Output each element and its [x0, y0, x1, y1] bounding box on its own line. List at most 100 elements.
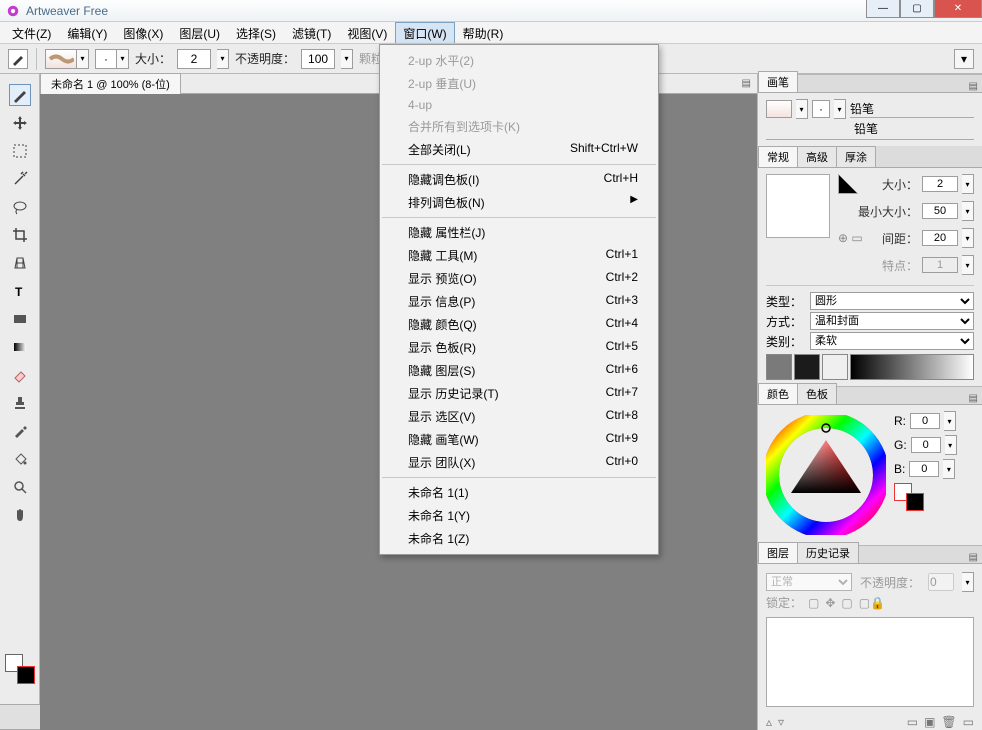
menu-window[interactable]: 窗口(W): [395, 22, 454, 43]
stamp-tool[interactable]: [9, 392, 31, 414]
subtab-advanced[interactable]: 高级: [797, 146, 837, 167]
texture-gradient[interactable]: [850, 354, 974, 380]
menu-entry[interactable]: 隐藏 属性栏(J): [380, 221, 658, 244]
layer-down-icon[interactable]: ▿: [778, 715, 784, 729]
panel-menu-icon[interactable]: ▤: [969, 81, 978, 92]
g-input[interactable]: [911, 437, 941, 453]
menu-file[interactable]: 文件(Z): [4, 22, 59, 43]
color-swatches[interactable]: [5, 654, 35, 684]
menu-view[interactable]: 视图(V): [339, 22, 395, 43]
texture-swatch-3[interactable]: [822, 354, 848, 380]
menu-select[interactable]: 选择(S): [228, 22, 284, 43]
menu-entry[interactable]: 隐藏调色板(I)Ctrl+H: [380, 168, 658, 191]
r-dd[interactable]: ▾: [944, 411, 956, 431]
menu-edit[interactable]: 编辑(Y): [59, 22, 115, 43]
bp-size-dd[interactable]: ▾: [962, 174, 974, 194]
hand-tool[interactable]: [9, 504, 31, 526]
menu-entry[interactable]: 隐藏 工具(M)Ctrl+1: [380, 244, 658, 267]
move-tool[interactable]: [9, 112, 31, 134]
marquee-tool[interactable]: [9, 140, 31, 162]
perspective-tool[interactable]: [9, 252, 31, 274]
subtab-general[interactable]: 常规: [758, 146, 798, 167]
menu-layer[interactable]: 图层(U): [171, 22, 228, 43]
texture-swatch-2[interactable]: [794, 354, 820, 380]
layers-list[interactable]: [766, 617, 974, 707]
brush-panel-tab[interactable]: 画笔: [758, 71, 798, 92]
bp-shape-select[interactable]: 圆形: [810, 292, 974, 310]
shape-tool[interactable]: [9, 308, 31, 330]
text-tool[interactable]: T: [9, 280, 31, 302]
brush-tool[interactable]: [9, 84, 31, 106]
new-group-icon[interactable]: ▣: [924, 715, 935, 729]
gradient-tool[interactable]: [9, 336, 31, 358]
bucket-tool[interactable]: [9, 448, 31, 470]
options-extra-dropdown[interactable]: ▾: [954, 49, 974, 69]
layer-up-icon[interactable]: ▵: [766, 715, 772, 729]
menu-entry[interactable]: 隐藏 图层(S)Ctrl+6: [380, 359, 658, 382]
brush-tip-chip[interactable]: ·: [95, 49, 117, 69]
opacity-input[interactable]: [301, 49, 335, 69]
menu-entry[interactable]: 排列调色板(N)▶: [380, 191, 658, 214]
menu-entry[interactable]: 显示 选区(V)Ctrl+8: [380, 405, 658, 428]
color-wheel[interactable]: [766, 415, 886, 535]
b-dd[interactable]: ▾: [943, 459, 955, 479]
bp-method-select[interactable]: 温和封面: [810, 312, 974, 330]
menu-entry[interactable]: 隐藏 颜色(Q)Ctrl+4: [380, 313, 658, 336]
mini-color-swatches[interactable]: [894, 483, 924, 511]
brush-preset-chip[interactable]: [45, 49, 77, 69]
texture-swatch-1[interactable]: [766, 354, 792, 380]
panel-menu-icon[interactable]: ▤: [969, 393, 978, 404]
bp-minsize-input[interactable]: [922, 203, 958, 219]
lasso-tool[interactable]: [9, 196, 31, 218]
menu-entry[interactable]: 显示 信息(P)Ctrl+3: [380, 290, 658, 313]
brush-preset-dropdown[interactable]: ▾: [77, 49, 89, 69]
size-input[interactable]: [177, 49, 211, 69]
delete-layer-icon[interactable]: 🗑: [941, 715, 956, 729]
brush-preset-mini[interactable]: [766, 100, 792, 118]
swatches-tab[interactable]: 色板: [797, 383, 837, 404]
foreground-color-swatch[interactable]: [17, 666, 35, 684]
panel-menu-icon[interactable]: ▤: [969, 552, 978, 563]
brush-tip-mini-dd[interactable]: ▾: [834, 99, 846, 119]
bp-spacing-input[interactable]: [922, 230, 958, 246]
window-minimize-button[interactable]: —: [866, 0, 900, 18]
menu-entry[interactable]: 显示 预览(O)Ctrl+2: [380, 267, 658, 290]
window-close-button[interactable]: ✕: [934, 0, 982, 18]
opacity-dropdown[interactable]: ▾: [341, 49, 353, 69]
new-layer-icon[interactable]: ▭: [907, 715, 918, 729]
bp-category-select[interactable]: 柔软: [810, 332, 974, 350]
zoom-tool[interactable]: [9, 476, 31, 498]
window-maximize-button[interactable]: ▢: [900, 0, 934, 18]
eraser-tool[interactable]: [9, 364, 31, 386]
menu-entry[interactable]: 全部关闭(L)Shift+Ctrl+W: [380, 138, 658, 161]
menu-entry[interactable]: 显示 历史记录(T)Ctrl+7: [380, 382, 658, 405]
menu-filter[interactable]: 滤镜(T): [284, 22, 339, 43]
brush-tip-dropdown[interactable]: ▾: [117, 49, 129, 69]
size-dropdown[interactable]: ▾: [217, 49, 229, 69]
g-dd[interactable]: ▾: [945, 435, 957, 455]
menu-entry[interactable]: 未命名 1(1): [380, 481, 658, 504]
brush-preset-mini-dd[interactable]: ▾: [796, 99, 808, 119]
menu-image[interactable]: 图像(X): [115, 22, 171, 43]
r-input[interactable]: [910, 413, 940, 429]
current-tool-icon[interactable]: [8, 49, 28, 69]
layers-tab[interactable]: 图层: [758, 542, 798, 563]
bp-size-input[interactable]: [922, 176, 958, 192]
menu-entry[interactable]: 显示 团队(X)Ctrl+0: [380, 451, 658, 474]
menu-entry[interactable]: 隐藏 画笔(W)Ctrl+9: [380, 428, 658, 451]
menu-help[interactable]: 帮助(R): [455, 22, 512, 43]
document-tab[interactable]: 未命名 1 @ 100% (8-位): [40, 73, 181, 94]
tabbar-menu-icon[interactable]: ▤: [742, 78, 751, 89]
history-tab[interactable]: 历史记录: [797, 542, 859, 563]
menu-entry[interactable]: 显示 色板(R)Ctrl+5: [380, 336, 658, 359]
b-input[interactable]: [909, 461, 939, 477]
brush-tip-mini[interactable]: ·: [812, 100, 830, 118]
bp-minsize-dd[interactable]: ▾: [962, 201, 974, 221]
wand-tool[interactable]: [9, 168, 31, 190]
crop-tool[interactable]: [9, 224, 31, 246]
eyedropper-tool[interactable]: [9, 420, 31, 442]
bp-spacing-dd[interactable]: ▾: [962, 228, 974, 248]
color-tab[interactable]: 颜色: [758, 383, 798, 404]
layer-more-icon[interactable]: ▭: [963, 715, 974, 729]
menu-entry[interactable]: 未命名 1(Y): [380, 504, 658, 527]
